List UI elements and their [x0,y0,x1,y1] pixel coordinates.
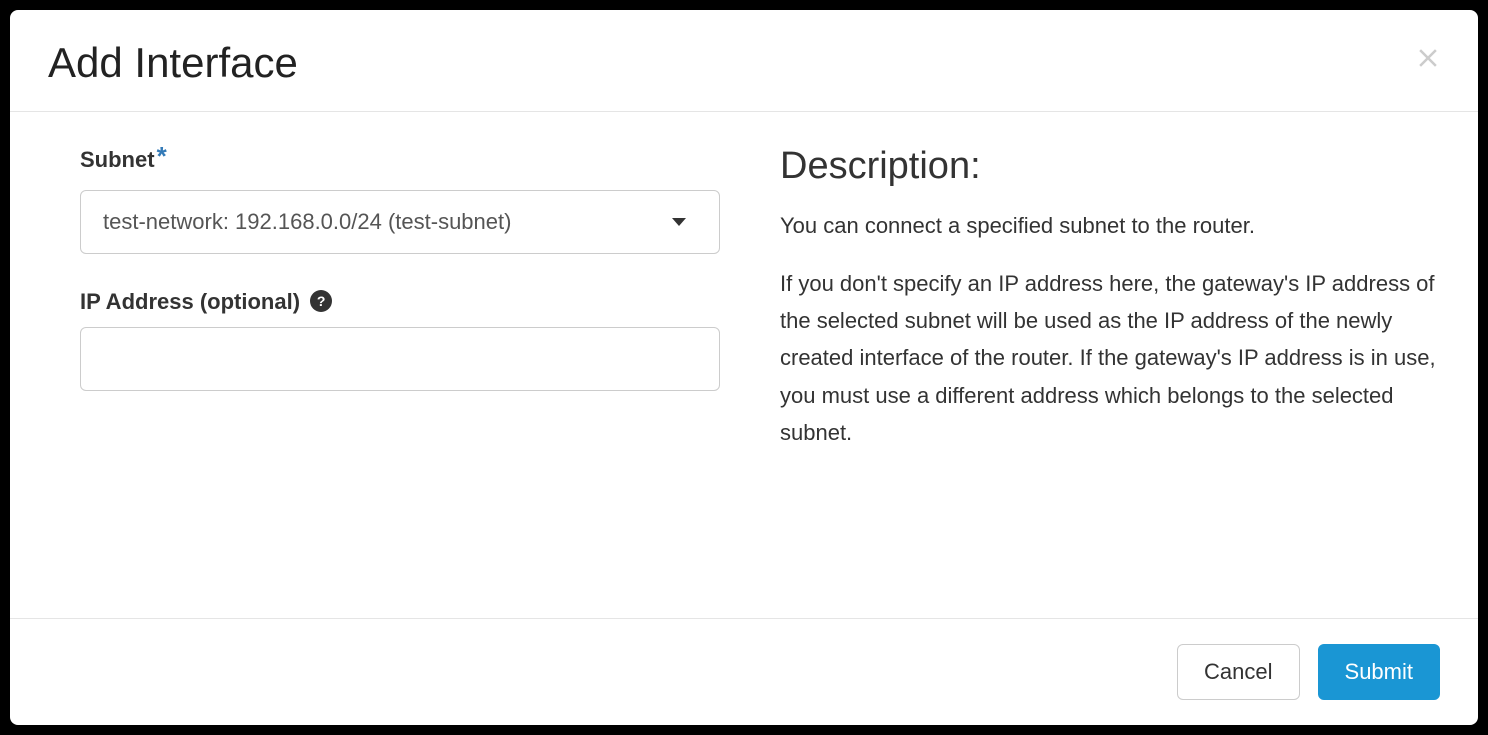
ip-address-input[interactable] [80,327,720,391]
subnet-group: Subnet* test-network: 192.168.0.0/24 (te… [80,147,720,254]
ip-address-group: IP Address (optional) ? [80,289,720,391]
cancel-button[interactable]: Cancel [1177,644,1299,700]
ip-address-label-text: IP Address (optional) [80,289,300,314]
help-icon[interactable]: ? [310,290,332,312]
subnet-label: Subnet* [80,147,167,178]
close-icon [1413,43,1443,73]
add-interface-modal: Add Interface Subnet* test-network: 192.… [10,10,1478,725]
form-column: Subnet* test-network: 192.168.0.0/24 (te… [80,147,720,582]
modal-header: Add Interface [10,10,1478,112]
close-button[interactable] [1408,40,1448,80]
required-asterisk: * [157,141,167,171]
modal-body: Subnet* test-network: 192.168.0.0/24 (te… [10,112,1478,617]
description-heading: Description: [780,147,1440,185]
modal-footer: Cancel Submit [10,618,1478,725]
subnet-label-text: Subnet [80,147,155,172]
description-text-2: If you don't specify an IP address here,… [780,265,1440,452]
description-column: Description: You can connect a specified… [780,147,1440,582]
ip-address-label: IP Address (optional) ? [80,289,332,315]
subnet-select-wrapper: test-network: 192.168.0.0/24 (test-subne… [80,190,720,254]
subnet-select[interactable]: test-network: 192.168.0.0/24 (test-subne… [80,190,720,254]
submit-button[interactable]: Submit [1318,644,1440,700]
description-text-1: You can connect a specified subnet to th… [780,207,1440,244]
modal-title: Add Interface [48,40,298,86]
